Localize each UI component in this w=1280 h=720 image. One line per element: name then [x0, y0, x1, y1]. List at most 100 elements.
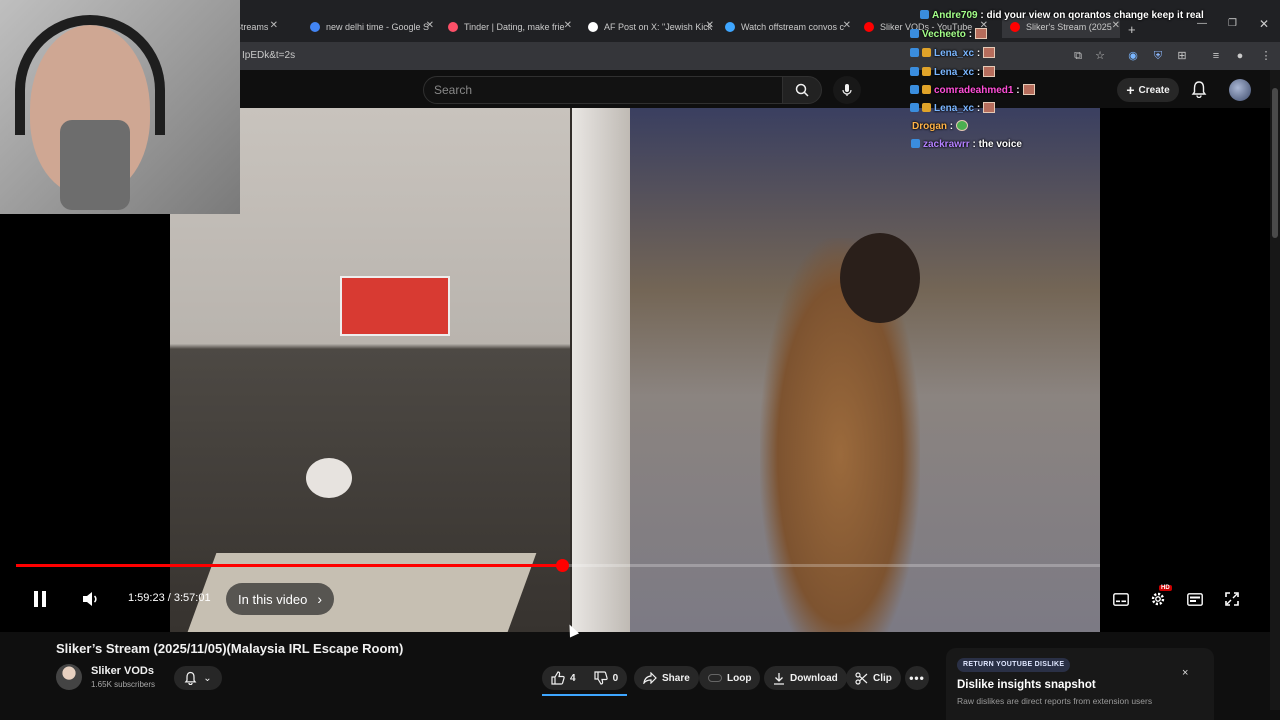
account-avatar[interactable]: [1229, 79, 1251, 101]
return-dislike-tag: RETURN YOUTUBE DISLIKE: [957, 658, 1071, 672]
browser-tab[interactable]: Watch offstream convos c ✕: [725, 16, 851, 38]
tab-close-icon[interactable]: ✕: [564, 20, 572, 31]
hd-badge: HD: [1159, 585, 1172, 591]
tab-favicon-icon: [588, 22, 598, 32]
download-label: Download: [790, 672, 838, 684]
channel-name[interactable]: Sliker VODs: [91, 665, 154, 677]
loop-label: Loop: [727, 672, 752, 684]
chat-username[interactable]: Lena_xc: [934, 67, 974, 78]
extensions-puzzle-icon[interactable]: ⊞: [1174, 48, 1190, 64]
chat-emote-icon: [983, 47, 996, 58]
tab-label: Watch offstream convos c: [741, 22, 845, 32]
subtitles-button[interactable]: [1111, 589, 1131, 609]
chat-badge-icon: [910, 48, 919, 57]
chat-badge-icon: [922, 85, 931, 94]
search-icon: [795, 83, 809, 97]
browser-tab[interactable]: AF Post on X: "Jewish Kick ✕: [588, 16, 714, 38]
chat-text: :: [949, 121, 954, 132]
tab-close-icon[interactable]: ✕: [843, 20, 851, 31]
dislike-panel-subtitle: Raw dislikes are direct reports from ext…: [957, 696, 1153, 706]
chat-message: zackrawrr : the voice: [911, 139, 1022, 150]
media-controls-icon[interactable]: ≡: [1208, 48, 1224, 64]
subscription-bell-button[interactable]: ⌄: [174, 666, 222, 690]
bookmark-star-icon[interactable]: ☆: [1092, 48, 1108, 64]
pause-icon: [34, 591, 46, 607]
tab-favicon-icon: [310, 22, 320, 32]
new-tab-button[interactable]: +: [1128, 18, 1136, 40]
chat-username[interactable]: Drogan: [912, 121, 947, 132]
chat-text: :: [976, 103, 981, 114]
notifications-button[interactable]: [1191, 80, 1207, 103]
page-scrollbar[interactable]: [1270, 70, 1280, 710]
dislike-button[interactable]: 0: [593, 671, 618, 685]
progress-scrubber[interactable]: [556, 559, 569, 572]
loop-icon: [708, 674, 722, 682]
like-button[interactable]: 4: [551, 671, 576, 685]
share-icon: [643, 672, 657, 684]
tab-close-icon[interactable]: ✕: [270, 20, 278, 31]
extension-shield-icon[interactable]: ⛨: [1150, 48, 1166, 64]
time-display: 1:59:23 / 3:57:01: [128, 592, 211, 604]
webcam-overlay: [0, 0, 240, 214]
loop-button[interactable]: Loop: [699, 666, 761, 690]
chat-badge-icon: [910, 85, 919, 94]
chat-username[interactable]: Lena_xc: [934, 103, 974, 114]
channel-avatar[interactable]: [56, 664, 82, 690]
chat-badge-icon: [920, 10, 929, 19]
tab-favicon-icon: [1010, 22, 1020, 32]
volume-icon: [83, 592, 97, 606]
chat-username[interactable]: Vecheeto: [922, 29, 966, 40]
search-input[interactable]: Search: [423, 76, 783, 104]
pause-button[interactable]: [28, 587, 52, 611]
tab-close-icon[interactable]: ✕: [1112, 20, 1120, 31]
video-person-head: [840, 233, 920, 323]
miniplayer-button[interactable]: [1185, 589, 1205, 609]
video-sign: [340, 276, 450, 336]
download-button[interactable]: Download: [764, 666, 847, 690]
clip-button[interactable]: Clip: [846, 666, 901, 690]
thumbs-up-icon: [551, 671, 565, 685]
settings-button[interactable]: [1148, 589, 1168, 609]
install-icon[interactable]: ⧉: [1070, 48, 1086, 64]
chat-text: : the voice: [972, 139, 1022, 150]
share-button[interactable]: Share: [634, 666, 699, 690]
subscriber-count: 1.65K subscribers: [91, 680, 156, 689]
chevron-right-icon: ›: [317, 591, 323, 607]
fullscreen-button[interactable]: [1222, 589, 1242, 609]
scissors-icon: [855, 671, 868, 685]
chat-username[interactable]: zackrawrr: [923, 139, 970, 150]
chat-text: :: [968, 29, 973, 40]
chapters-button[interactable]: In this video ›: [226, 583, 335, 615]
chat-text: :: [976, 67, 981, 78]
chat-username[interactable]: Lena_xc: [934, 48, 974, 59]
restore-icon[interactable]: ❐: [1228, 18, 1237, 29]
extension-audio-icon[interactable]: ◉: [1125, 48, 1141, 64]
search-button[interactable]: [782, 76, 822, 104]
tab-close-icon[interactable]: ✕: [706, 20, 714, 31]
browser-tab[interactable]: new delhi time - Google S ✕: [310, 16, 434, 38]
chat-message: Lena_xc :: [910, 102, 996, 114]
close-icon[interactable]: ×: [1182, 667, 1188, 679]
chat-message: comradeahmed1 :: [910, 84, 1035, 96]
tab-close-icon[interactable]: ✕: [426, 20, 434, 31]
close-window-icon[interactable]: ✕: [1259, 17, 1269, 31]
create-label: Create: [1138, 84, 1170, 96]
headset-icon: [15, 15, 165, 135]
create-button[interactable]: + Create: [1117, 78, 1179, 102]
chat-username[interactable]: Andre709: [932, 10, 978, 21]
chapters-label: In this video: [238, 591, 308, 607]
chat-emote-icon: [983, 102, 996, 113]
volume-button[interactable]: [79, 588, 103, 610]
like-dislike-group: 4 0: [542, 666, 627, 690]
browser-tab[interactable]: Tinder | Dating, make frie ✕: [448, 16, 572, 38]
voice-search-button[interactable]: [833, 76, 861, 104]
url-text[interactable]: IpEDk&t=2s: [242, 50, 295, 61]
chat-username[interactable]: comradeahmed1: [934, 85, 1013, 96]
more-actions-button[interactable]: •••: [905, 666, 929, 690]
chat-text: :: [1016, 85, 1020, 96]
progress-bar[interactable]: [16, 559, 1100, 572]
tab-favicon-icon: [864, 22, 874, 32]
scrollbar-thumb[interactable]: [1272, 88, 1278, 238]
profile-icon[interactable]: ●: [1232, 48, 1248, 64]
browser-menu-icon[interactable]: ⋮: [1258, 48, 1274, 64]
